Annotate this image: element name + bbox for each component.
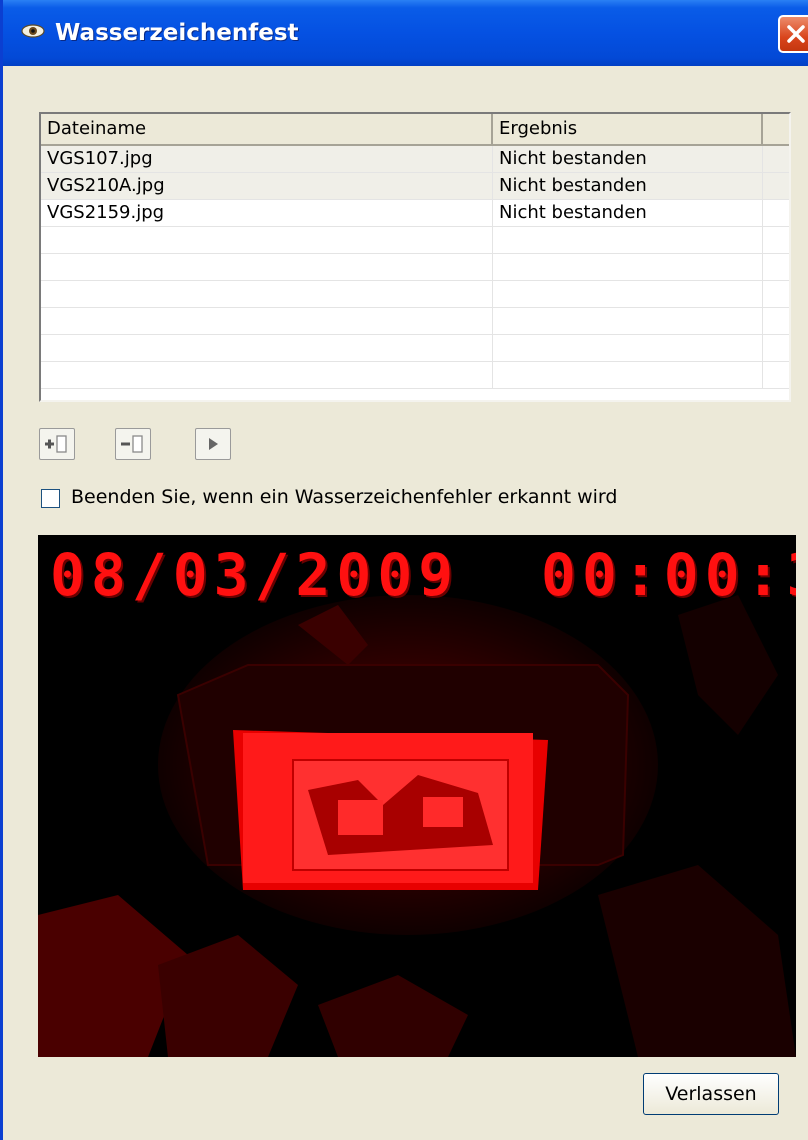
empty-cell — [493, 362, 763, 388]
surveillance-frame-image — [38, 535, 796, 1057]
column-header-spacer — [763, 114, 789, 144]
play-icon — [209, 438, 218, 450]
empty-cell — [493, 227, 763, 253]
filename-cell: VGS210A.jpg — [41, 173, 493, 199]
file-results-list[interactable]: Dateiname Ergebnis VGS107.jpg Nicht best… — [39, 112, 791, 402]
empty-row — [41, 362, 789, 389]
remove-file-icon — [121, 435, 143, 453]
empty-cell — [41, 362, 493, 388]
remove-file-button[interactable] — [115, 428, 151, 460]
column-header-filename[interactable]: Dateiname — [41, 114, 493, 144]
result-cell: Nicht bestanden — [493, 173, 763, 199]
window-title: Wasserzeichenfest — [55, 20, 299, 46]
add-file-icon — [45, 435, 67, 453]
start-check-button[interactable] — [195, 428, 231, 460]
result-cell: Nicht bestanden — [493, 200, 763, 226]
close-icon — [787, 25, 805, 43]
title-bar[interactable]: Wasserzeichenfest — [3, 0, 808, 66]
empty-cell — [41, 254, 493, 280]
empty-cell — [41, 281, 493, 307]
list-item[interactable]: VGS107.jpg Nicht bestanden — [41, 146, 789, 173]
add-file-button[interactable] — [39, 428, 75, 460]
empty-row — [41, 335, 789, 362]
result-cell: Nicht bestanden — [493, 146, 763, 172]
empty-cell — [41, 308, 493, 334]
empty-cell — [493, 335, 763, 361]
close-button[interactable] — [778, 15, 808, 53]
filename-cell: VGS107.jpg — [41, 146, 493, 172]
exit-button[interactable]: Verlassen — [643, 1073, 779, 1115]
empty-cell — [41, 227, 493, 253]
application-window: Wasserzeichenfest Dateiname Ergebnis VGS… — [0, 0, 808, 1140]
list-item[interactable]: VGS210A.jpg Nicht bestanden — [41, 173, 789, 200]
list-header: Dateiname Ergebnis — [41, 114, 789, 146]
empty-cell — [493, 308, 763, 334]
timestamp-overlay: 08/03/2009 00:00:39 — [50, 541, 796, 609]
image-preview: 08/03/2009 00:00:39 — [38, 535, 796, 1057]
overlay-date: 08/03/2009 — [50, 541, 460, 609]
empty-cell — [493, 254, 763, 280]
empty-row — [41, 281, 789, 308]
stop-on-error-checkbox[interactable] — [41, 489, 60, 508]
stop-on-error-label[interactable]: Beenden Sie, wenn ein Wasserzeichenfehle… — [71, 486, 617, 508]
empty-row — [41, 254, 789, 281]
overlay-time: 00:00:39 — [541, 541, 796, 609]
empty-row — [41, 227, 789, 254]
empty-cell — [493, 281, 763, 307]
empty-cell — [41, 335, 493, 361]
column-header-result[interactable]: Ergebnis — [493, 114, 763, 144]
list-item[interactable]: VGS2159.jpg Nicht bestanden — [41, 200, 789, 227]
filename-cell: VGS2159.jpg — [41, 200, 493, 226]
empty-row — [41, 308, 789, 335]
eye-icon — [21, 24, 45, 38]
